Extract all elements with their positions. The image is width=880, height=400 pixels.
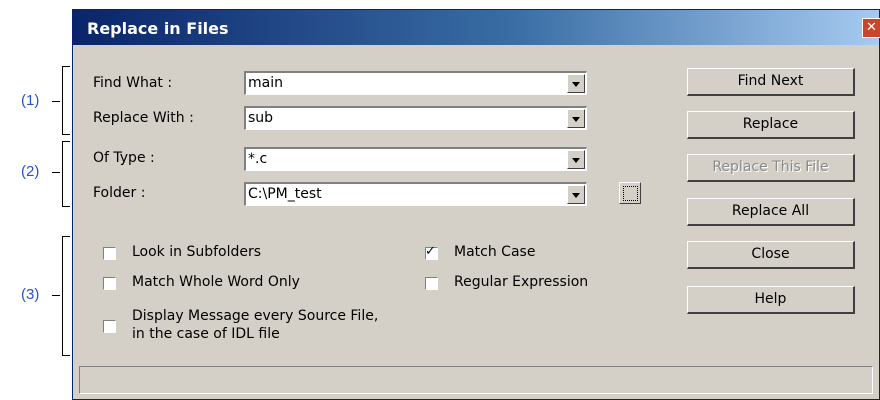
callout-2: (2) xyxy=(21,163,40,180)
callout-1-leader xyxy=(52,101,60,102)
of-type-label: Of Type : xyxy=(93,150,155,166)
folder-value: C:\PM_test xyxy=(248,186,322,202)
callout-2-bracket xyxy=(62,141,70,207)
chevron-down-icon[interactable] xyxy=(567,150,585,169)
find-what-value: main xyxy=(248,75,283,91)
match-whole-word-label: Match Whole Word Only xyxy=(132,274,300,290)
title-bar[interactable]: Replace in Files ✕ xyxy=(73,10,880,45)
callout-1-bracket xyxy=(62,66,70,135)
status-bar xyxy=(79,366,873,394)
ellipsis-icon xyxy=(623,186,638,201)
chevron-down-icon[interactable] xyxy=(567,109,585,128)
display-message-label-line1: Display Message every Source File, xyxy=(132,308,379,324)
close-button[interactable]: Close xyxy=(687,241,855,269)
match-case-checkbox[interactable]: ✓ xyxy=(425,244,438,260)
close-icon[interactable]: ✕ xyxy=(862,18,880,38)
of-type-combo[interactable]: *.c xyxy=(244,147,587,171)
folder-label: Folder : xyxy=(93,185,146,201)
match-case-label: Match Case xyxy=(454,244,536,260)
replace-with-value: sub xyxy=(248,110,274,126)
regular-expression-label: Regular Expression xyxy=(454,274,589,290)
replace-this-file-button[interactable]: Replace This File xyxy=(687,154,855,182)
replace-button[interactable]: Replace xyxy=(687,111,855,139)
callout-3-leader xyxy=(52,295,60,296)
display-message-checkbox[interactable] xyxy=(103,320,116,333)
replace-all-button[interactable]: Replace All xyxy=(687,198,855,226)
match-whole-word-checkbox[interactable] xyxy=(103,277,116,290)
callout-2-leader xyxy=(52,172,60,173)
callout-3-bracket xyxy=(62,236,70,356)
look-in-subfolders-label: Look in Subfolders xyxy=(132,244,262,260)
find-what-combo[interactable]: main xyxy=(244,71,587,95)
browse-folder-button[interactable] xyxy=(619,182,641,204)
find-next-button[interactable]: Find Next xyxy=(687,68,855,96)
replace-in-files-dialog: Replace in Files ✕ Find What : main Repl… xyxy=(72,9,880,400)
replace-with-combo[interactable]: sub xyxy=(244,106,587,130)
callout-3: (3) xyxy=(21,286,40,303)
check-mark-icon: ✓ xyxy=(425,244,436,259)
dialog-title: Replace in Files xyxy=(87,19,229,38)
chevron-down-icon[interactable] xyxy=(567,185,585,204)
find-what-label: Find What : xyxy=(93,75,173,91)
folder-combo[interactable]: C:\PM_test xyxy=(244,182,587,206)
of-type-value: *.c xyxy=(248,151,268,167)
callout-1: (1) xyxy=(21,92,40,109)
chevron-down-icon[interactable] xyxy=(567,74,585,93)
display-message-label-line2: in the case of IDL file xyxy=(132,326,280,342)
replace-with-label: Replace With : xyxy=(93,110,194,126)
regular-expression-checkbox[interactable] xyxy=(425,277,438,290)
look-in-subfolders-checkbox[interactable] xyxy=(103,247,116,260)
help-button[interactable]: Help xyxy=(687,286,855,314)
